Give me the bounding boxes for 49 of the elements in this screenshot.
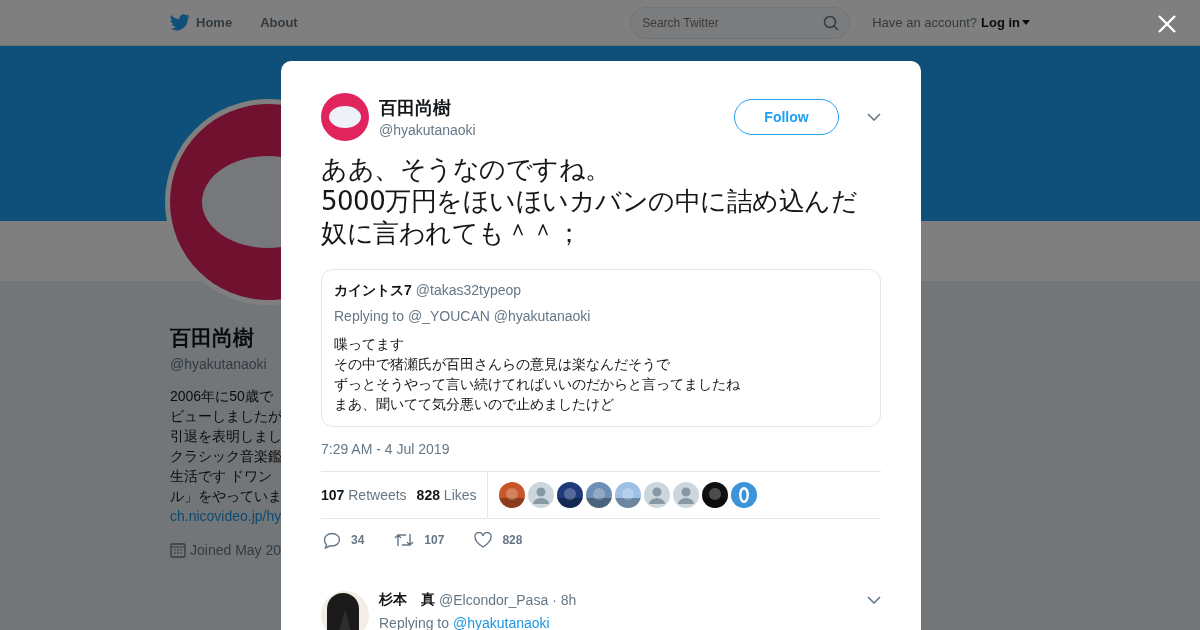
- bio-line: 2006年に50歳で: [170, 387, 274, 406]
- quoted-author-name: カイントス7: [334, 282, 412, 300]
- profile-name: 百田尚樹: [170, 325, 255, 351]
- replying-to-text: Replying to @hyakutanaoki: [379, 615, 551, 630]
- author-handle: @hyakutanaoki: [379, 122, 477, 138]
- follow-button[interactable]: Follow: [734, 99, 839, 135]
- search-icon[interactable]: [823, 14, 840, 31]
- caret-icon: [1022, 20, 1030, 25]
- bio-line: 引退を表明しまし: [170, 427, 283, 446]
- calendar-icon: [170, 542, 186, 558]
- reply-author-name: 杉本 真: [379, 591, 435, 609]
- like-button[interactable]: 828: [474, 532, 523, 548]
- author-name: 百田尚樹: [379, 97, 452, 120]
- quoted-tweet-line: ずっとそうやって言い続けてればいいのだからと言ってましたね: [334, 375, 740, 394]
- tweet-text-line: 5000万円をほいほいカバンの中に詰め込んだ奴に言われても＾＾；: [321, 185, 859, 249]
- joined-date: Joined May 20: [190, 542, 282, 558]
- speech-bubble-icon: [323, 531, 341, 549]
- likes-count[interactable]: 828 Likes: [416, 487, 477, 503]
- search-field[interactable]: Search Twitter: [630, 6, 851, 39]
- bio-line: ル」をやっていま: [170, 487, 283, 506]
- chevron-down-icon[interactable]: [867, 113, 881, 121]
- quoted-tweet[interactable]: カイントス7 @takas32typeop Replying to @_YOUCAN @hyakutanaoki 喋ってます その中で猪瀬氏が百田さんらの意見は楽なんだそうで ずっとそうやって言い続けてればいいのだからと言ってましたね まあ、聞いてて気分悪いので止めましたけど: [321, 269, 881, 427]
- tweet-text-line: ああ、そうなのですね。: [321, 153, 612, 185]
- reply-author-handle: @Elcondor_Pasa: [439, 592, 549, 608]
- quoted-author-handle: @takas32typeop: [415, 282, 522, 298]
- mention-link[interactable]: @hyakutanaoki: [452, 615, 550, 630]
- about-link[interactable]: About: [260, 15, 298, 30]
- default-avatar-icon[interactable]: [643, 482, 670, 508]
- bio-line: 生活です ドワン: [170, 467, 273, 486]
- replying-to-text: Replying to @_YOUCAN @hyakutanaoki: [334, 308, 592, 324]
- retweet-icon: [394, 532, 415, 548]
- tweet-timestamp: 7:29 AM - 4 Jul 2019: [321, 441, 451, 457]
- profile-handle: @hyakutanaoki: [170, 356, 268, 372]
- home-link[interactable]: Home: [170, 14, 233, 31]
- retweet-button[interactable]: 107: [394, 532, 445, 548]
- bio-line: クラシック音楽鑑: [170, 447, 283, 466]
- chevron-down-icon[interactable]: [867, 596, 881, 604]
- bird-icon: [170, 14, 190, 31]
- retweets-count[interactable]: 107 Retweets: [321, 487, 407, 503]
- quoted-tweet-line: 喋ってます: [334, 335, 404, 354]
- quoted-tweet-line: まあ、聞いてて気分悪いので止めましたけど: [334, 395, 614, 414]
- heart-icon: [474, 532, 493, 548]
- close-icon[interactable]: [1158, 15, 1176, 33]
- author-avatar-icon: [321, 93, 369, 141]
- reply-time: · 8h: [552, 592, 577, 608]
- quoted-tweet-line: その中で猪瀬氏が百田さんらの意見は楽なんだそうで: [334, 355, 670, 374]
- account-prompt: Have an account?: [872, 15, 977, 30]
- login-link[interactable]: Log in: [981, 15, 1030, 30]
- reply-button[interactable]: 34: [323, 531, 365, 549]
